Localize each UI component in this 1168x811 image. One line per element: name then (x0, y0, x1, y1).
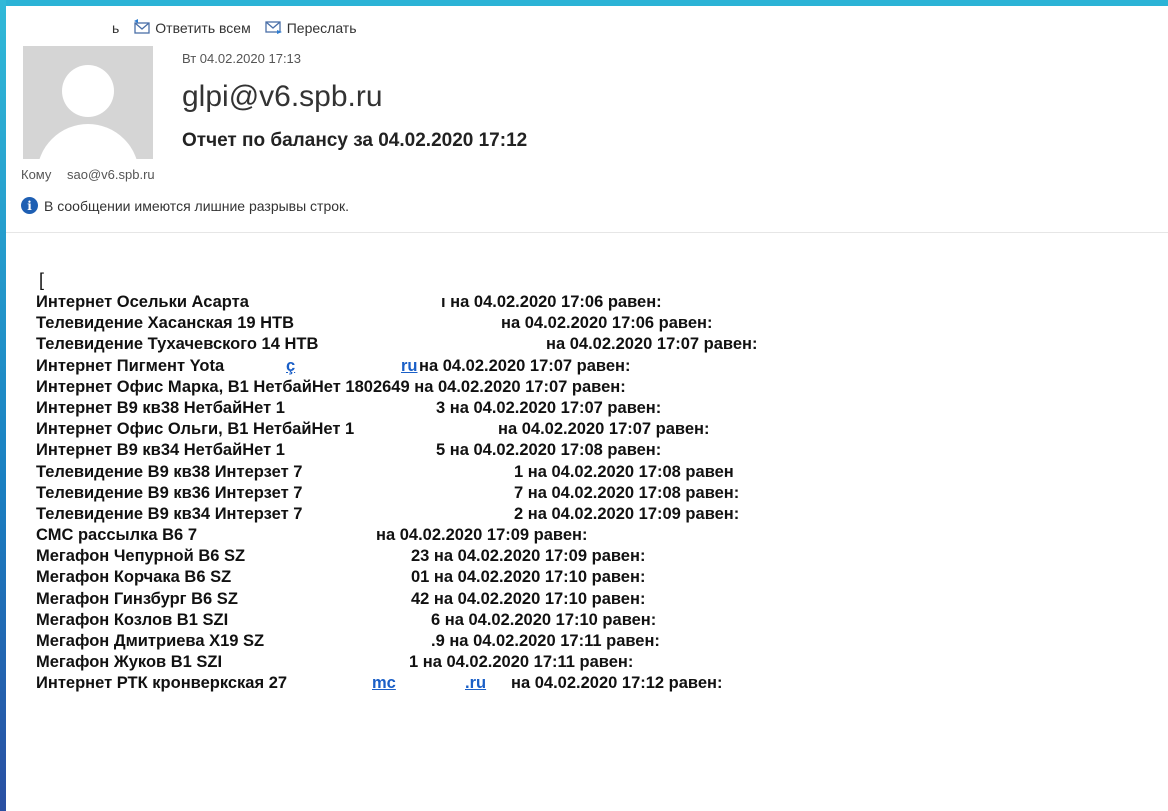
balance-line-date: на 04.02.2020 17:12 равен: (511, 674, 723, 693)
balance-line: Интернет Офис Марка, В1 НетбайНет 180264… (36, 377, 626, 398)
balance-line: Телевидение Хасанская 19 НТВ на 04.02.202… (36, 313, 713, 334)
balance-line: СМС рассылка В6 7 на 04.02.2020 17:09 рав… (36, 525, 588, 546)
balance-line-label: Интернет Осельки Асарта (36, 293, 249, 311)
balance-line-label: Телевидение Тухачевского 14 НТВ (36, 335, 319, 354)
recipient-row: Кому sao@v6.spb.ru (21, 167, 155, 182)
balance-line-date: 5 на 04.02.2020 17:08 равен: (436, 441, 662, 460)
balance-line-label: СМС рассылка В6 7 (36, 526, 197, 545)
forward-icon (265, 19, 287, 38)
balance-line: Интернет В9 кв34 НетбайНет 1 5 на 04.02.2… (36, 440, 661, 461)
balance-line: Мегафон Чепурной В6 SZ 23 на 04.02.2020 1… (36, 546, 645, 567)
balance-line-date: на 04.02.2020 17:07 равен: (546, 335, 758, 354)
info-text: В сообщении имеются лишние разрывы строк… (44, 197, 350, 214)
balance-line-label: Интернет Офис Марка, В1 НетбайНет 180264… (36, 377, 626, 396)
balance-line-label: Телевидение В9 кв34 Интерзет 7 (36, 504, 303, 523)
balance-line-label: Интернет В9 кв34 НетбайНет 1 (36, 441, 285, 460)
balance-line: Интернет Офис Ольги, В1 НетбайНет 1 на 04… (36, 419, 710, 440)
balance-line-label: Интернет Пигмент Yota (36, 356, 225, 375)
balance-line-label: Телевидение В9 кв36 Интерзет 7 (36, 483, 303, 502)
balance-line-label: Мегафон Козлов В1 SZI (36, 610, 229, 629)
balance-line-date: 42 на 04.02.2020 17:10 равен: (411, 589, 646, 608)
sender-address[interactable]: glpi@v6.spb.ru (182, 80, 383, 114)
balance-line-date: на 04.02.2020 17:07 равен: (419, 356, 631, 375)
toolbar-truncated-label: ь (112, 20, 120, 36)
message-subject: Отчет по балансу за 04.02.2020 17:12 (182, 130, 528, 151)
header-divider (6, 232, 1168, 233)
balance-line-date: на 04.02.2020 17:06 равен: (501, 314, 713, 333)
balance-line: Мегафон Козлов В1 SZI 6 на 04.02.2020 17:… (36, 610, 656, 631)
open-bracket: [ (39, 270, 45, 290)
reply-all-button[interactable]: Ответить всем (133, 18, 251, 38)
balance-line-label: Мегафон Гинзбург В6 SZ (36, 589, 238, 608)
balance-line-date: 01 на 04.02.2020 17:10 равен: (411, 568, 646, 587)
balance-line-date: ı на 04.02.2020 17:06 равен: (441, 293, 662, 311)
balance-line-date: 2 на 04.02.2020 17:09 равен: (514, 504, 740, 523)
message-date: Вт 04.02.2020 17:13 (182, 51, 302, 66)
balance-line-label: Интернет РТК кронверкская 27 (36, 674, 288, 693)
balance-line-label: Мегафон Чепурной В6 SZ (36, 547, 246, 566)
balance-line-date: 1 на 04.02.2020 17:08 равен (514, 462, 734, 481)
balance-line-link[interactable]: ç (286, 356, 295, 377)
balance-line-link[interactable]: .ru (465, 673, 486, 694)
balance-line-label: Телевидение В9 кв38 Интерзет 7 (36, 462, 303, 481)
balance-line-date: 7 на 04.02.2020 17:08 равен: (514, 483, 740, 502)
recipient-address[interactable]: sao@v6.spb.ru (67, 167, 155, 182)
balance-line-date: .9 на 04.02.2020 17:11 равен: (431, 632, 660, 650)
balance-line-date: 23 на 04.02.2020 17:09 равен: (411, 547, 646, 566)
balance-line-date: 6 на 04.02.2020 17:10 равен: (431, 610, 657, 629)
info-bar[interactable]: i В сообщении имеются лишние разрывы стр… (21, 197, 349, 214)
balance-line: Интернет Пигмент Yota ç ru на 04.02.2020 17… (36, 356, 631, 377)
info-icon: i (21, 197, 38, 214)
balance-line-link[interactable]: ru (401, 356, 418, 377)
balance-line-label: Мегафон Жуков В1 SZI (36, 653, 223, 672)
balance-line: Интернет Осельки Асарта ı на 04.02.2020 1… (36, 292, 662, 313)
balance-line-date: 3 на 04.02.2020 17:07 равен: (436, 398, 662, 417)
forward-label: Переслать (286, 20, 357, 36)
forward-button[interactable]: Переслать (265, 19, 357, 38)
balance-line: Мегафон Дмитриева Х19 SZ .9 на 04.02.2020… (36, 631, 660, 652)
balance-line: Мегафон Корчака В6 SZ 01 на 04.02.2020 17… (36, 567, 645, 588)
balance-line-link[interactable]: mc (372, 673, 396, 694)
balance-line-label: Мегафон Корчака В6 SZ (36, 568, 232, 587)
balance-line-date: на 04.02.2020 17:07 равен: (498, 420, 710, 439)
balance-line-date: 1 на 04.02.2020 17:11 равен: (409, 653, 634, 672)
balance-line-label: Интернет Офис Ольги, В1 НетбайНет 1 (36, 420, 355, 439)
balance-line: Телевидение В9 кв34 Интерзет 7 2 на 04.02… (36, 504, 739, 525)
balance-line: Мегафон Жуков В1 SZI 1 на 04.02.2020 17:1… (36, 652, 633, 673)
balance-line-date: на 04.02.2020 17:09 равен: (376, 526, 588, 545)
message-body: [ Интернет Осельки Асарта ı на 04.02.2020… (36, 268, 758, 695)
balance-lines: Интернет Осельки Асарта ı на 04.02.2020 1… (36, 292, 758, 695)
to-label: Кому (21, 167, 52, 182)
balance-line: Телевидение В9 кв38 Интерзет 7 1 на 04.02… (36, 462, 734, 483)
sender-avatar (23, 46, 153, 159)
email-reading-pane: ь Ответить всем Переслать Вт 04.02.2020 … (6, 6, 1168, 811)
balance-line: Телевидение В9 кв36 Интерзет 7 7 на 04.02… (36, 483, 739, 504)
balance-line-label: Телевидение Хасанская 19 НТВ (36, 314, 295, 333)
reply-all-icon (133, 18, 155, 38)
balance-line-label: Интернет В9 кв38 НетбайНет 1 (36, 398, 285, 417)
reply-all-label: Ответить всем (155, 20, 251, 36)
message-toolbar: ь Ответить всем Переслать (112, 16, 371, 40)
balance-line: Интернет РТК кронверкская 27 mc .ru на 04.0… (36, 673, 723, 694)
balance-line: Телевидение Тухачевского 14 НТВ на 04.02.… (36, 334, 758, 355)
balance-line: Мегафон Гинзбург В6 SZ 42 на 04.02.2020 1… (36, 589, 645, 610)
balance-line-label: Мегафон Дмитриева Х19 SZ (36, 632, 265, 650)
balance-line: Интернет В9 кв38 НетбайНет 1 3 на 04.02.2… (36, 398, 661, 419)
